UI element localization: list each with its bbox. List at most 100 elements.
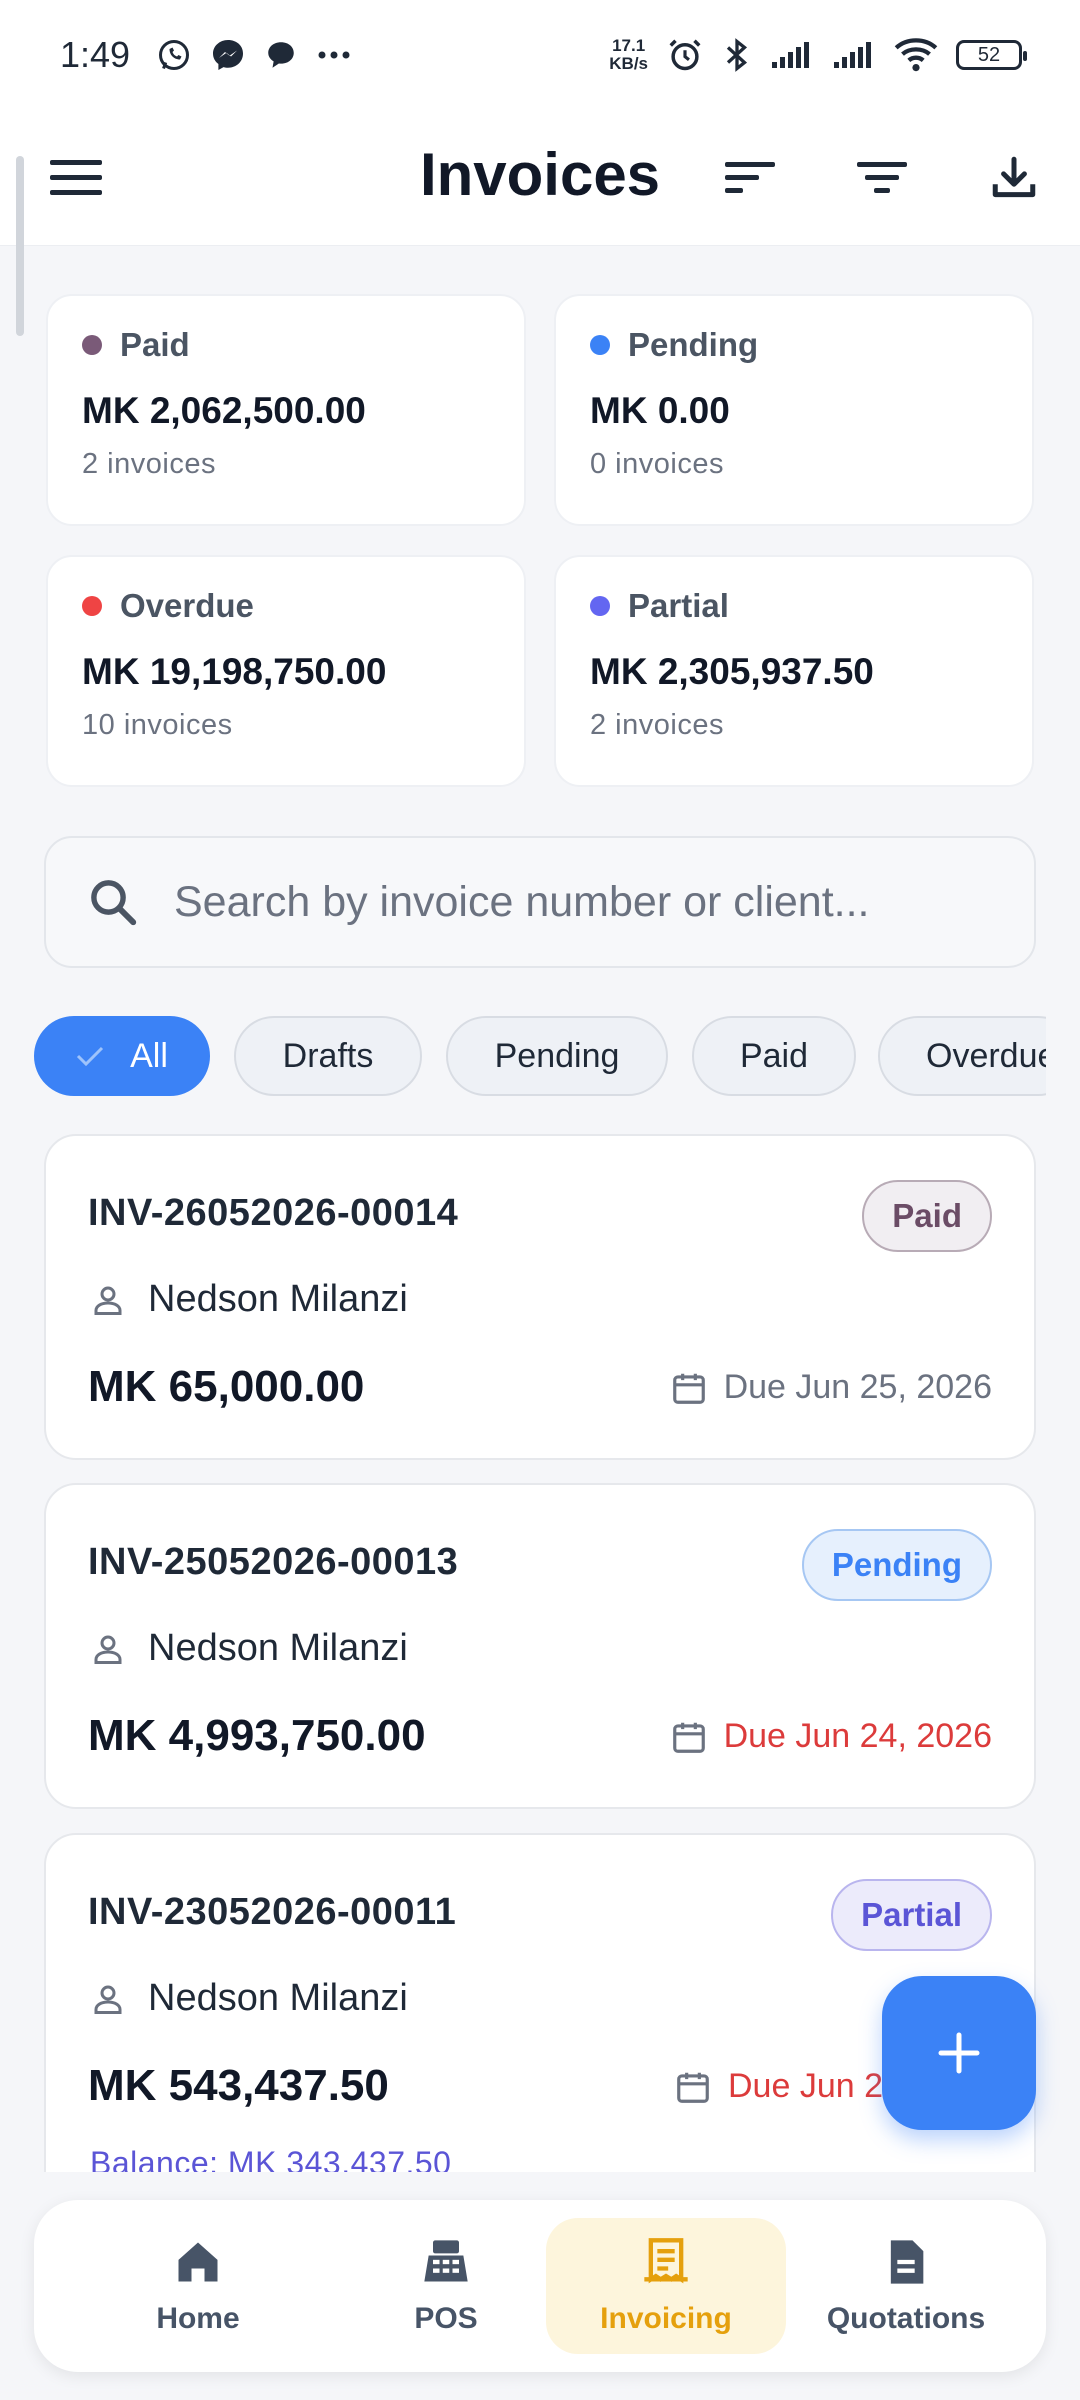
client-name: Nedson Milanzi — [148, 1977, 408, 2019]
signal-2-icon — [832, 40, 876, 70]
plus-icon — [938, 2032, 980, 2074]
document-icon — [890, 2240, 924, 2284]
signal-1-icon — [770, 40, 814, 70]
page-title: Invoices — [419, 141, 661, 208]
summary-label: Partial — [628, 587, 729, 624]
wifi-icon — [894, 37, 938, 73]
nav-invoicing[interactable]: Invoicing — [546, 2218, 786, 2354]
filter-button[interactable] — [850, 146, 914, 210]
chip-label: All — [130, 1036, 168, 1075]
battery-level: 52 — [977, 43, 1001, 66]
client-name: Nedson Milanzi — [148, 1278, 408, 1320]
app-bar: Invoices — [0, 110, 1080, 246]
chip-overdue[interactable]: Overdue — [878, 1016, 1046, 1096]
chip-all[interactable]: All — [34, 1016, 210, 1096]
calendar-icon — [672, 1373, 705, 1404]
battery-indicator: 52 — [956, 40, 1027, 70]
filter-chips: All Drafts Pending Paid Overdue — [34, 1014, 1046, 1098]
calendar-icon — [672, 1722, 705, 1753]
bluetooth-icon — [722, 36, 752, 74]
bottom-navigation: Home POS Invoicing Quotations — [34, 2200, 1046, 2372]
network-speed-unit: KB/s — [609, 54, 648, 73]
status-badge: Pending — [801, 1529, 992, 1601]
chat-icon — [264, 38, 298, 72]
network-speed: 17.1 KB/s — [609, 37, 648, 73]
invoice-amount: MK 543,437.50 — [88, 2061, 389, 2110]
add-invoice-button[interactable] — [882, 1976, 1036, 2130]
check-icon — [76, 1045, 104, 1067]
alarm-icon — [666, 36, 704, 74]
summary-label: Pending — [628, 326, 759, 363]
summary-count: 2 invoices — [590, 709, 724, 741]
whatsapp-icon — [156, 37, 192, 73]
search-icon — [91, 880, 137, 926]
client-name: Nedson Milanzi — [148, 1627, 408, 1669]
chip-paid[interactable]: Paid — [692, 1016, 856, 1096]
invoice-amount: MK 65,000.00 — [88, 1362, 365, 1411]
summary-amount: MK 2,305,937.50 — [590, 651, 874, 692]
chip-pending[interactable]: Pending — [446, 1016, 668, 1096]
invoice-number: INV-26052026-00014 — [88, 1192, 459, 1234]
nav-label: POS — [414, 2302, 478, 2335]
due-date-text: Due Jun 24, 2026 — [723, 1717, 992, 1755]
nav-home[interactable]: Home — [78, 2218, 318, 2354]
summary-amount: MK 0.00 — [590, 390, 730, 431]
summary-card-partial[interactable]: Partial MK 2,305,937.50 2 invoices — [554, 555, 1034, 787]
person-icon — [94, 1985, 122, 2014]
nav-label: Invoicing — [600, 2302, 732, 2335]
invoice-card[interactable]: INV-25052026-00013 Pending Nedson Milanz… — [44, 1483, 1036, 1809]
summary-amount: MK 2,062,500.00 — [82, 390, 366, 431]
more-notifications-icon — [316, 49, 352, 61]
chip-label: Pending — [494, 1036, 620, 1075]
summary-label: Overdue — [120, 587, 254, 624]
chip-label: Paid — [739, 1036, 809, 1075]
sort-icon — [725, 162, 775, 193]
status-bar: 1:49 17.1 KB/s 52 — [0, 0, 1080, 110]
overdue-status-dot — [82, 596, 102, 616]
summary-card-overdue[interactable]: Overdue MK 19,198,750.00 10 invoices — [46, 555, 526, 787]
invoice-amount: MK 4,993,750.00 — [88, 1711, 426, 1760]
messenger-icon — [210, 37, 246, 73]
person-icon — [94, 1635, 122, 1664]
due-date: Due Jun 24, 2026 — [670, 1717, 992, 1756]
invoice-number: INV-23052026-00011 — [88, 1891, 457, 1933]
receipt-icon — [644, 2238, 688, 2284]
summary-amount: MK 19,198,750.00 — [82, 651, 387, 692]
summary-count: 2 invoices — [82, 448, 216, 480]
client-row: Nedson Milanzi — [90, 1278, 408, 1321]
summary-label: Paid — [120, 326, 190, 363]
due-date: Due Jun 25, 2026 — [670, 1368, 992, 1407]
nav-pos[interactable]: POS — [326, 2218, 566, 2354]
scrollbar[interactable] — [16, 156, 24, 336]
due-date-text: Due Jun 25, 2026 — [723, 1368, 992, 1406]
filter-icon — [857, 162, 907, 193]
summary-count: 0 invoices — [590, 448, 724, 480]
due-date: Due Jun 22 — [674, 2067, 902, 2106]
summary-card-paid[interactable]: Paid MK 2,062,500.00 2 invoices — [46, 294, 526, 526]
download-button[interactable] — [982, 146, 1046, 210]
download-icon — [992, 156, 1036, 198]
pending-status-dot — [590, 335, 610, 355]
nav-label: Home — [156, 2302, 240, 2335]
client-row: Nedson Milanzi — [90, 1627, 408, 1670]
search-input[interactable] — [174, 877, 994, 927]
invoice-number: INV-25052026-00013 — [88, 1541, 459, 1583]
nav-label: Quotations — [826, 2302, 986, 2335]
search-bar — [44, 836, 1036, 968]
invoice-card[interactable]: INV-26052026-00014 Paid Nedson Milanzi M… — [44, 1134, 1036, 1460]
home-icon — [178, 2242, 218, 2282]
summary-card-pending[interactable]: Pending MK 0.00 0 invoices — [554, 294, 1034, 526]
client-row: Nedson Milanzi — [90, 1977, 408, 2020]
status-badge: Partial — [831, 1879, 992, 1951]
chip-label: Overdue — [926, 1036, 1046, 1075]
partial-status-dot — [590, 596, 610, 616]
paid-status-dot — [82, 335, 102, 355]
status-badge: Paid — [862, 1180, 992, 1252]
nav-quotations[interactable]: Quotations — [786, 2218, 1026, 2354]
chip-drafts[interactable]: Drafts — [234, 1016, 422, 1096]
sort-button[interactable] — [718, 146, 782, 210]
status-time: 1:49 — [60, 34, 131, 75]
calendar-icon — [677, 2072, 709, 2103]
cash-register-icon — [424, 2240, 468, 2282]
person-icon — [94, 1286, 122, 1315]
